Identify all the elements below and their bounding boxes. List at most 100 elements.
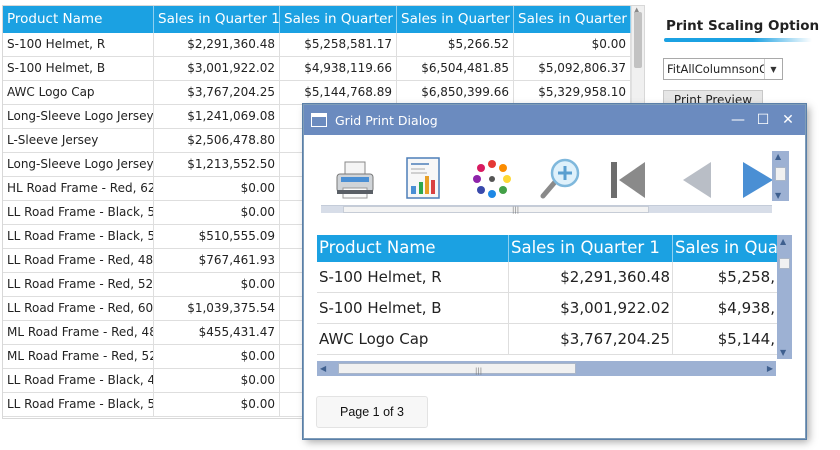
sales-cell[interactable]: $2,506,478.80 <box>154 129 280 152</box>
sales-cell[interactable]: $0.00 <box>154 177 280 200</box>
preview-column-header-quarter-1: Sales in Quarter 1 <box>509 235 673 262</box>
sales-cell[interactable]: $1,213,552.50 <box>154 153 280 176</box>
column-header-quarter-1[interactable]: Sales in Quarter 1 <box>154 6 280 33</box>
product-name-cell[interactable]: L-Sleeve Jersey <box>3 129 154 152</box>
print-preview-grid: Product Name Sales in Quarter 1 Sales in… <box>317 235 777 355</box>
title-underline <box>664 38 812 42</box>
product-name-cell[interactable]: LL Road Frame - Red, 60 <box>3 297 154 320</box>
product-name-cell[interactable]: LL Road Frame - Black, 44 <box>3 369 154 392</box>
product-name-cell[interactable]: HL Road Frame - Red, 62 <box>3 177 154 200</box>
chevron-down-icon[interactable]: ▼ <box>764 59 782 79</box>
sales-cell[interactable]: $767,461.93 <box>154 249 280 272</box>
scrollbar-thumb[interactable] <box>775 167 786 181</box>
preview-column-header-product-name: Product Name <box>317 235 509 262</box>
table-row[interactable]: S-100 Helmet, B $3,001,922.02 $4,938,119.6… <box>3 57 631 81</box>
preview-cell: S-100 Helmet, R <box>317 262 509 292</box>
preview-row: S-100 Helmet, B $3,001,922.02 $4,938, <box>317 293 777 324</box>
scroll-down-arrow-icon[interactable]: ▼ <box>780 348 786 357</box>
product-name-cell[interactable]: LL Road Frame - Black, 58 <box>3 225 154 248</box>
product-name-cell[interactable]: AWC Logo Cap <box>3 81 154 104</box>
product-name-cell[interactable]: S-100 Helmet, B <box>3 57 154 80</box>
sales-cell[interactable]: $0.00 <box>154 393 280 416</box>
preview-cell: $2,291,360.48 <box>509 262 673 292</box>
preview-cell: AWC Logo Cap <box>317 324 509 354</box>
preview-cell: $3,767,204.25 <box>509 324 673 354</box>
scrollbar-thumb[interactable]: ||| <box>343 206 649 214</box>
column-header-quarter-3[interactable]: Sales in Quarter 3 <box>397 6 514 33</box>
print-scaling-title: Print Scaling Option <box>666 18 820 34</box>
print-scaling-dropdown[interactable]: FitAllColumnsonO ▼ <box>663 58 783 80</box>
grip-icon: ||| <box>475 367 483 375</box>
sales-cell[interactable]: $455,431.47 <box>154 321 280 344</box>
preview-cell: $5,258, <box>717 268 775 286</box>
table-row[interactable]: AWC Logo Cap $3,767,204.25 $5,144,768.89 $6… <box>3 81 631 105</box>
sales-cell[interactable]: $1,241,069.08 <box>154 105 280 128</box>
sales-cell[interactable]: $510,555.09 <box>154 225 280 248</box>
sales-cell[interactable]: $4,938,119.66 <box>280 57 397 80</box>
scroll-up-arrow-icon[interactable]: ▲ <box>780 237 786 246</box>
sales-cell[interactable]: $0.00 <box>154 273 280 296</box>
printer-icon[interactable] <box>331 154 381 204</box>
preview-row: S-100 Helmet, R $2,291,360.48 $5,258, <box>317 262 777 293</box>
product-name-cell[interactable]: LL Road Frame - Black, 58 <box>3 201 154 224</box>
scroll-right-arrow-icon[interactable]: ▶ <box>767 364 773 373</box>
sales-cell[interactable]: $3,767,204.25 <box>154 81 280 104</box>
sales-cell[interactable]: $6,504,481.85 <box>397 57 514 80</box>
first-page-icon[interactable] <box>603 154 653 204</box>
column-header-quarter-2[interactable]: Sales in Quarter 2 <box>280 6 397 33</box>
preview-vertical-scrollbar[interactable]: ▲ ▼ <box>777 235 792 359</box>
dialog-title-bar[interactable]: Grid Print Dialog — ☐ ✕ <box>304 105 805 135</box>
scroll-left-arrow-icon[interactable]: ◀ <box>320 364 326 373</box>
product-name-cell[interactable]: Long-Sleeve Logo Jersey,... <box>3 153 154 176</box>
dialog-title: Grid Print Dialog <box>335 112 438 128</box>
close-button[interactable]: ✕ <box>781 113 795 127</box>
zoom-in-icon[interactable] <box>535 154 585 204</box>
sales-cell[interactable]: $5,258,581.17 <box>280 33 397 56</box>
minimize-button[interactable]: — <box>731 113 745 127</box>
sales-cell[interactable]: $0.00 <box>154 369 280 392</box>
sales-cell[interactable]: $6,850,399.66 <box>397 81 514 104</box>
sales-cell[interactable]: $2,291,360.48 <box>154 33 280 56</box>
sales-cell[interactable]: $5,092,806.37 <box>514 57 631 80</box>
product-name-cell[interactable]: ML Road Frame - Red, 48 <box>3 321 154 344</box>
sales-cell[interactable]: $5,329,958.10 <box>514 81 631 104</box>
sales-cell[interactable]: $0.00 <box>154 345 280 368</box>
table-row[interactable]: S-100 Helmet, R $2,291,360.48 $5,258,581.1… <box>3 33 631 57</box>
print-setup-icon[interactable] <box>399 154 449 204</box>
scroll-up-arrow-icon[interactable]: ▲ <box>775 152 781 161</box>
scroll-down-arrow-icon[interactable]: ▼ <box>775 191 781 200</box>
preview-cell: $5,144, <box>717 330 775 348</box>
preview-row: AWC Logo Cap $3,767,204.25 $5,144, <box>317 324 777 355</box>
preview-horizontal-scrollbar[interactable]: ◀ ||| ▶ <box>317 361 776 376</box>
scrollbar-thumb[interactable]: ||| <box>338 363 576 375</box>
scrollbar-thumb[interactable] <box>634 12 642 68</box>
column-header-product-name[interactable]: Product Name <box>3 6 154 33</box>
sales-cell[interactable]: $0.00 <box>154 201 280 224</box>
toolbar-horizontal-scrollbar[interactable]: ||| <box>321 205 772 214</box>
product-name-cell[interactable]: S-100 Helmet, R <box>3 33 154 56</box>
preview-column-header-quarter-2: Sales in Qua <box>675 238 777 257</box>
product-name-cell[interactable]: Long-Sleeve Logo Jersey,... <box>3 105 154 128</box>
grid-header-row: Product Name Sales in Quarter 1 Sales in… <box>3 6 631 33</box>
color-palette-icon[interactable] <box>467 154 517 204</box>
print-toolbar <box>321 149 789 211</box>
sales-cell[interactable]: $5,266.52 <box>397 33 514 56</box>
sales-cell[interactable]: $5,144,768.89 <box>280 81 397 104</box>
print-scaling-selected-value: FitAllColumnsonO <box>667 62 764 76</box>
scrollbar-thumb[interactable] <box>779 258 790 269</box>
previous-page-icon[interactable] <box>671 154 721 204</box>
maximize-button[interactable]: ☐ <box>756 113 770 127</box>
product-name-cell[interactable]: ML Road Frame - Red, 52 <box>3 345 154 368</box>
sales-cell[interactable]: $1,039,375.54 <box>154 297 280 320</box>
product-name-cell[interactable]: LL Road Frame - Red, 48 <box>3 249 154 272</box>
product-name-cell[interactable]: LL Road Frame - Black, 52 <box>3 393 154 416</box>
toolbar-vertical-scrollbar[interactable]: ▲ ▼ <box>772 151 789 201</box>
product-name-cell[interactable]: LL Road Frame - Red, 52 <box>3 273 154 296</box>
sales-cell[interactable]: $0.00 <box>514 33 631 56</box>
sales-cell[interactable]: $3,001,922.02 <box>154 57 280 80</box>
preview-header-row: Product Name Sales in Quarter 1 Sales in… <box>317 235 777 262</box>
window-icon <box>311 113 327 127</box>
page-indicator: Page 1 of 3 <box>316 396 428 428</box>
column-header-quarter-4[interactable]: Sales in Quarter 4 <box>514 6 631 33</box>
preview-cell: $4,938, <box>717 299 775 317</box>
